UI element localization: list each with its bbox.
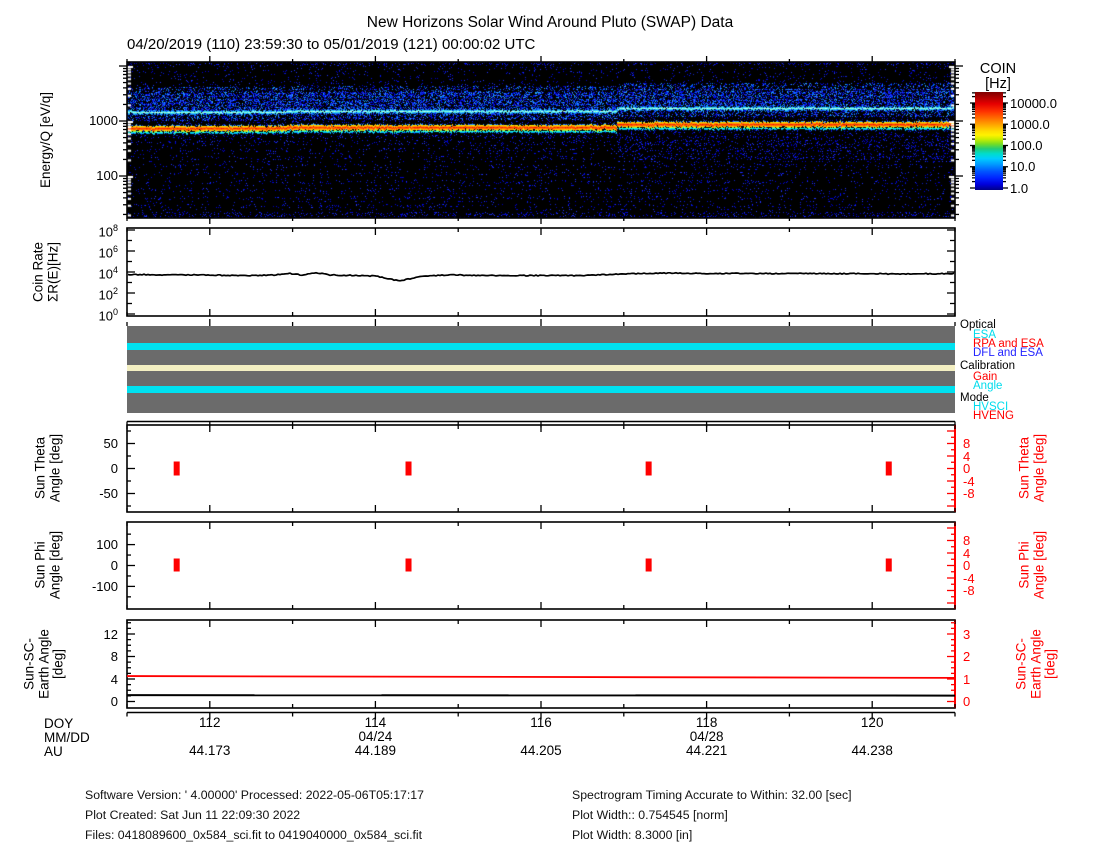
footer-files: Files: 0418089600_0x584_sci.fit to 04190… bbox=[85, 829, 422, 841]
footer-software-version: Software Version: ' 4.00000' Processed: … bbox=[85, 789, 424, 801]
doy-tick-120: 120 bbox=[842, 716, 902, 729]
earth-ytick-left-8: 8 bbox=[58, 650, 118, 663]
spectrogram-canvas bbox=[127, 62, 955, 218]
au-tick-44.173: 44.173 bbox=[175, 744, 245, 757]
coin-ytick-1e6: 106 bbox=[58, 243, 118, 259]
phi-ytick-left-100: 100 bbox=[58, 538, 118, 551]
earth-ytick-left-12: 12 bbox=[58, 628, 118, 641]
doy-tick-118: 118 bbox=[677, 716, 737, 729]
earth-ytick-right-1: 1 bbox=[963, 673, 970, 686]
theta-ytick-right--8: -8 bbox=[963, 487, 975, 500]
au-tick-44.221: 44.221 bbox=[672, 744, 742, 757]
mmdd-tick-04/28: 04/28 bbox=[677, 730, 737, 743]
doy-tick-114: 114 bbox=[345, 716, 405, 729]
earth-ytick-right-3: 3 bbox=[963, 628, 970, 641]
axis-row-mmdd: MM/DD bbox=[44, 730, 90, 745]
status-stripe-1 bbox=[127, 343, 955, 350]
colorbar-tick-100.0: 100.0 bbox=[1010, 139, 1043, 152]
colorbar-title: COIN [Hz] bbox=[966, 62, 1030, 92]
phi-ytick-left--100: -100 bbox=[58, 580, 118, 593]
earth-ytick-left-4: 4 bbox=[58, 673, 118, 686]
sun-phi-ylabel-right: Sun Phi Angle [deg] bbox=[1018, 531, 1047, 599]
au-tick-44.189: 44.189 bbox=[340, 744, 410, 757]
status-stripe-2 bbox=[127, 350, 955, 365]
earth-ytick-left-0: 0 bbox=[58, 695, 118, 708]
colorbar-gradient bbox=[975, 92, 1003, 190]
footer-timing-accuracy: Spectrogram Timing Accurate to Within: 3… bbox=[572, 789, 852, 801]
doy-tick-116: 116 bbox=[511, 716, 571, 729]
plot-subtitle: 04/20/2019 (110) 23:59:30 to 05/01/2019 … bbox=[127, 36, 535, 53]
coin-ytick-1e2: 102 bbox=[58, 285, 118, 301]
colorbar-tick-1000.0: 1000.0 bbox=[1010, 118, 1050, 131]
spec-ytick-100: 100 bbox=[58, 169, 118, 182]
plot-title: New Horizons Solar Wind Around Pluto (SW… bbox=[0, 14, 1100, 32]
footer-plot-width-in: Plot Width: 8.3000 [in] bbox=[572, 829, 692, 841]
au-tick-44.238: 44.238 bbox=[837, 744, 907, 757]
coin-ytick-1e0: 100 bbox=[58, 306, 118, 322]
spec-ytick-1000: 1000 bbox=[58, 114, 118, 127]
footer-plot-created: Plot Created: Sat Jun 11 22:09:30 2022 bbox=[85, 809, 300, 821]
colorbar-tick-1.0: 1.0 bbox=[1010, 182, 1028, 195]
theta-ytick-left-0: 0 bbox=[58, 462, 118, 475]
spectrogram-ylabel: Energy/Q [eV/q] bbox=[39, 92, 54, 188]
coin-ytick-1e4: 104 bbox=[58, 264, 118, 280]
axis-row-au: AU bbox=[44, 744, 63, 759]
au-tick-44.205: 44.205 bbox=[506, 744, 576, 757]
theta-ytick-left--50: -50 bbox=[58, 487, 118, 500]
colorbar-title-line1: COIN bbox=[966, 62, 1030, 77]
phi-ytick-left-0: 0 bbox=[58, 559, 118, 572]
coinrate-ylabel: Coin Rate ΣR(E)[Hz] bbox=[32, 242, 61, 302]
earth-ytick-right-0: 0 bbox=[963, 695, 970, 708]
axis-row-doy: DOY bbox=[44, 716, 73, 731]
colorbar-tick-10000.0: 10000.0 bbox=[1010, 97, 1057, 110]
status-item-hveng: HVENG bbox=[973, 410, 1014, 422]
status-item-dfl-and-esa: DFL and ESA bbox=[973, 347, 1043, 359]
coin-ytick-1e8: 108 bbox=[58, 222, 118, 238]
mmdd-tick-04/24: 04/24 bbox=[345, 730, 405, 743]
earth-ytick-right-2: 2 bbox=[963, 650, 970, 663]
status-item-angle: Angle bbox=[973, 380, 1002, 392]
theta-ytick-left-50: 50 bbox=[58, 437, 118, 450]
colorbar-tick-10.0: 10.0 bbox=[1010, 160, 1035, 173]
status-stripe-6 bbox=[127, 393, 955, 413]
status-stripe-4 bbox=[127, 371, 955, 386]
doy-tick-112: 112 bbox=[180, 716, 240, 729]
sun-theta-ylabel-right: Sun Theta Angle [deg] bbox=[1018, 434, 1047, 502]
swap-plot-page: New Horizons Solar Wind Around Pluto (SW… bbox=[0, 0, 1100, 850]
sun-earth-ylabel-right: Sun-SC- Earth Angle [deg] bbox=[1014, 629, 1058, 699]
footer-plot-width-norm: Plot Width:: 0.754545 [norm] bbox=[572, 809, 728, 821]
status-stripe-5 bbox=[127, 386, 955, 393]
status-stripe-0 bbox=[127, 326, 955, 343]
colorbar-title-line2: [Hz] bbox=[966, 77, 1030, 92]
phi-ytick-right--8: -8 bbox=[963, 584, 975, 597]
